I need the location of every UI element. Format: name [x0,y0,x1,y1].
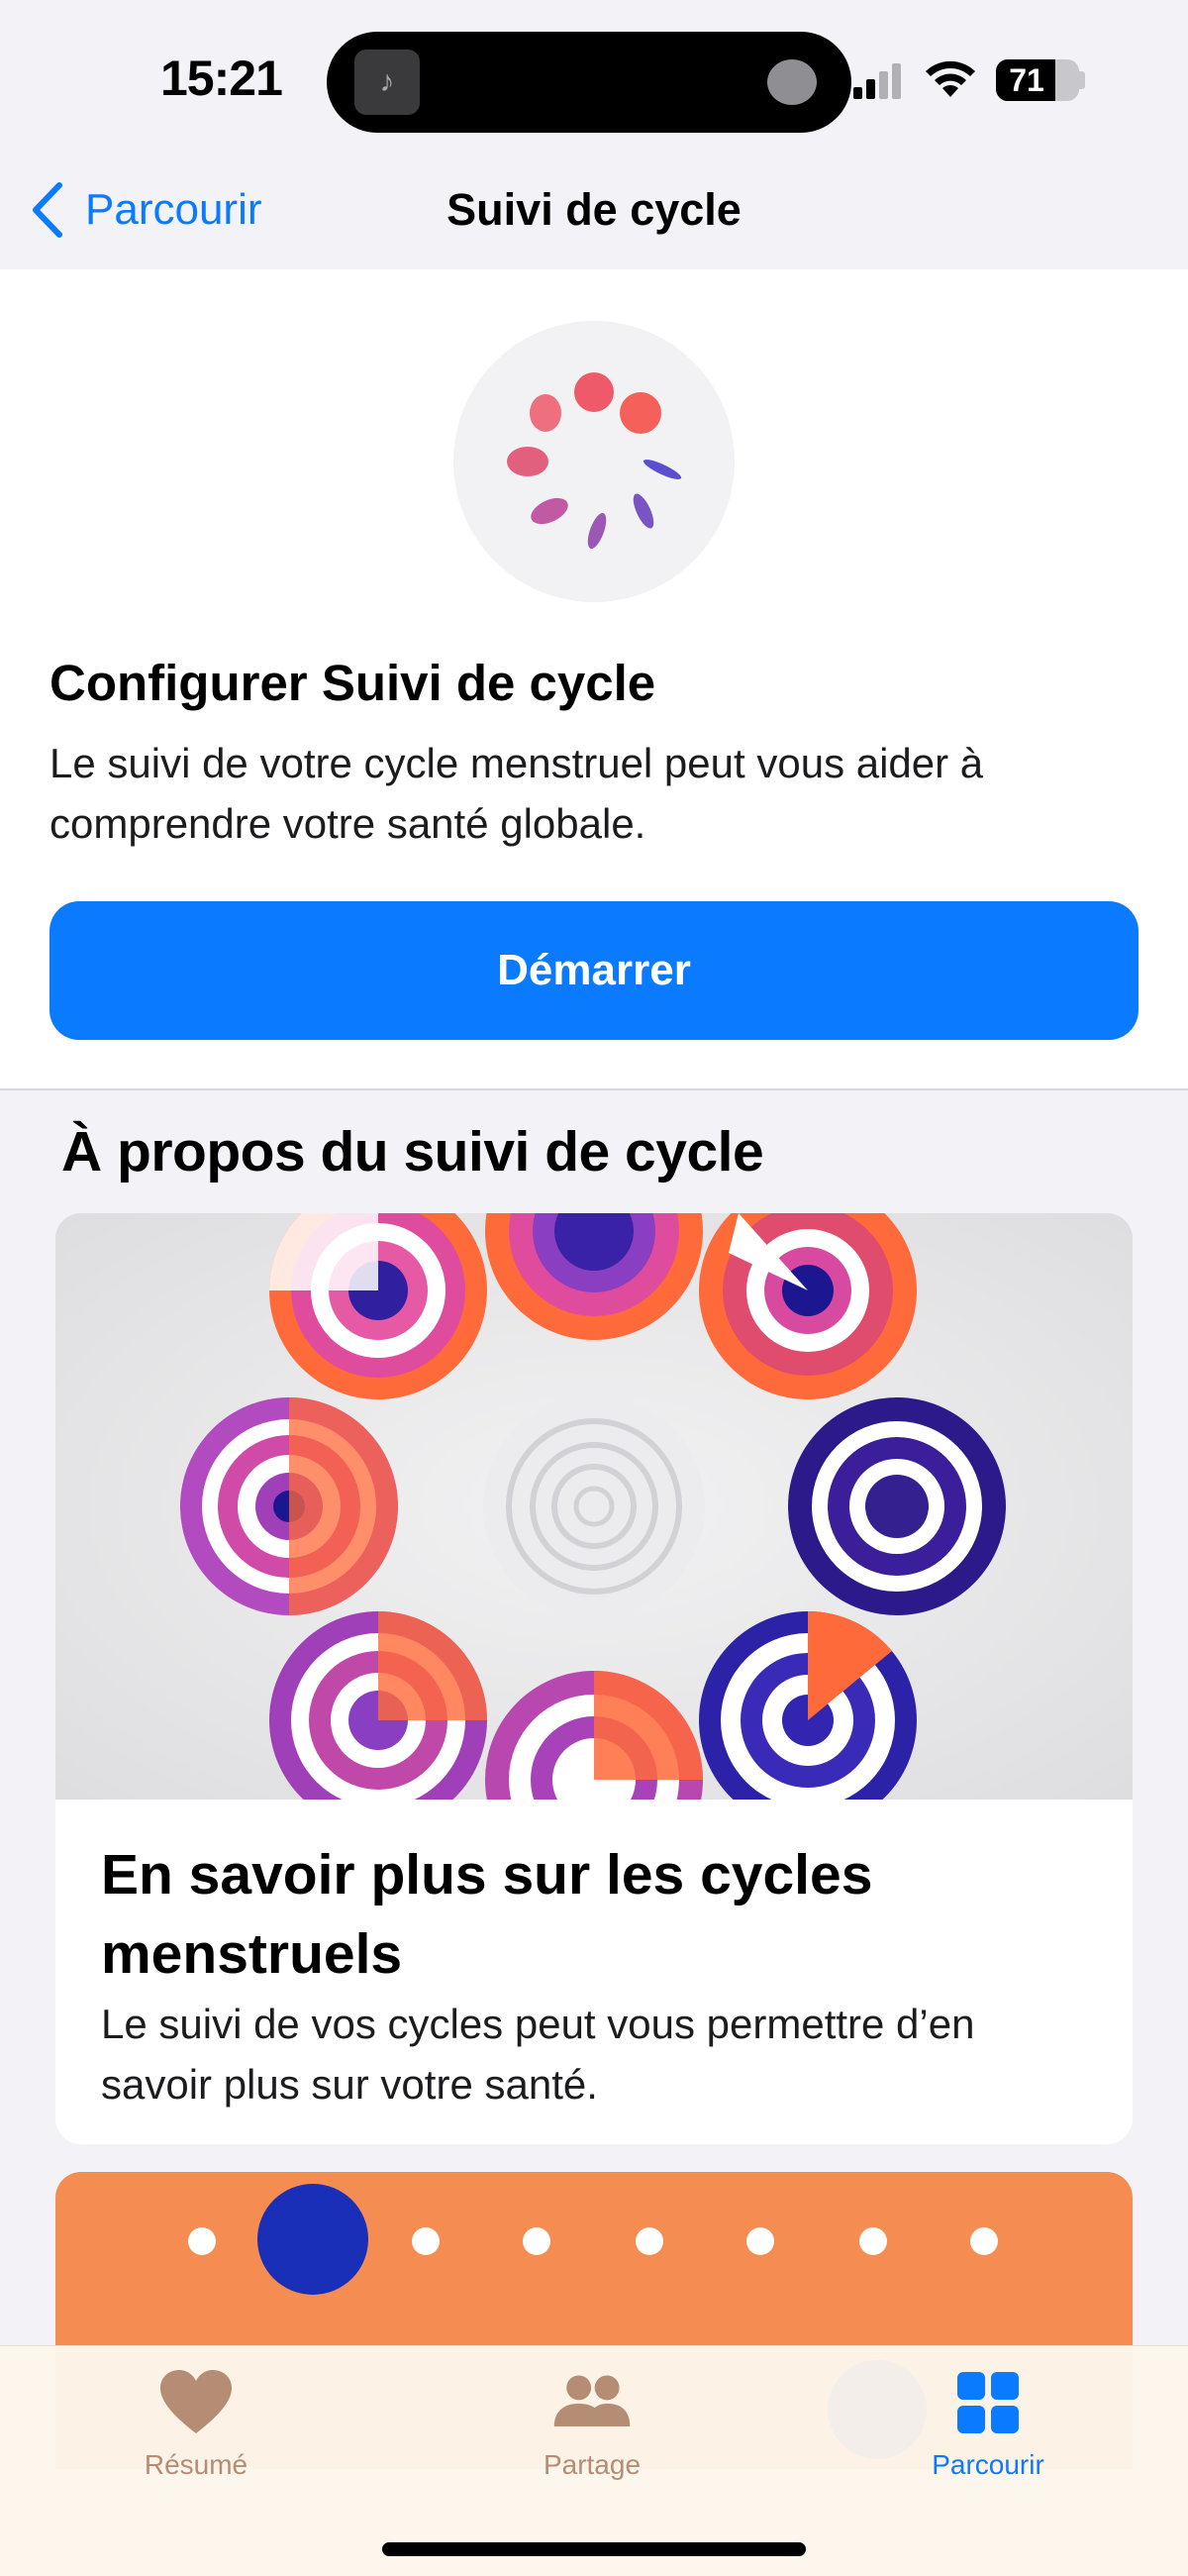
dynamic-island[interactable]: ♪ [327,32,851,133]
camera-indicator [767,59,817,105]
battery-level: 71 [1009,62,1044,98]
signal-icon [853,61,903,99]
card-illustration [55,1213,1133,1800]
about-section-title: À propos du suivi de cycle [61,1120,764,1184]
status-bar: 15:21 ♪ 71 [0,0,1188,149]
home-indicator[interactable] [382,2542,806,2556]
tab-parcourir-label: Parcourir [932,2449,1044,2480]
music-note-icon: ♪ [354,50,420,115]
setup-title: Configurer Suivi de cycle [50,655,656,711]
back-button-label: Parcourir [85,185,262,234]
tab-partage-label: Partage [543,2449,642,2480]
card-description: Le suivi de vos cycles peut vous permett… [101,2001,975,2108]
tab-resume-label: Résumé [144,2449,248,2480]
setup-section: Configurer Suivi de cycle Le suivi de vo… [0,269,1188,1089]
card-title: En savoir plus sur les cycles menstruels [101,1843,873,1986]
heart-icon [160,2370,232,2433]
grid-icon [957,2372,1019,2433]
setup-description: Le suivi de votre cycle menstruel peut v… [50,740,984,847]
status-time: 15:21 [160,51,283,106]
start-button[interactable]: Démarrer [50,901,1138,1040]
back-button[interactable]: Parcourir [30,178,262,242]
learn-more-card[interactable]: En savoir plus sur les cycles menstruels… [55,1213,1133,2144]
battery-icon: 71 [996,59,1079,101]
cycle-tracking-logo [453,321,735,602]
battery-nub [1079,71,1085,89]
chevron-left-icon [33,182,62,238]
wifi-icon [926,60,975,97]
tab-partage[interactable]: Partage [473,2368,711,2507]
section-divider [0,1088,1188,1090]
cycle-dots-icon [507,372,682,550]
tab-parcourir[interactable]: Parcourir [869,2368,1107,2507]
navigation-bar: Parcourir Suivi de cycle [0,158,1188,267]
tab-resume[interactable]: Résumé [77,2368,315,2507]
people-icon [553,2375,631,2426]
